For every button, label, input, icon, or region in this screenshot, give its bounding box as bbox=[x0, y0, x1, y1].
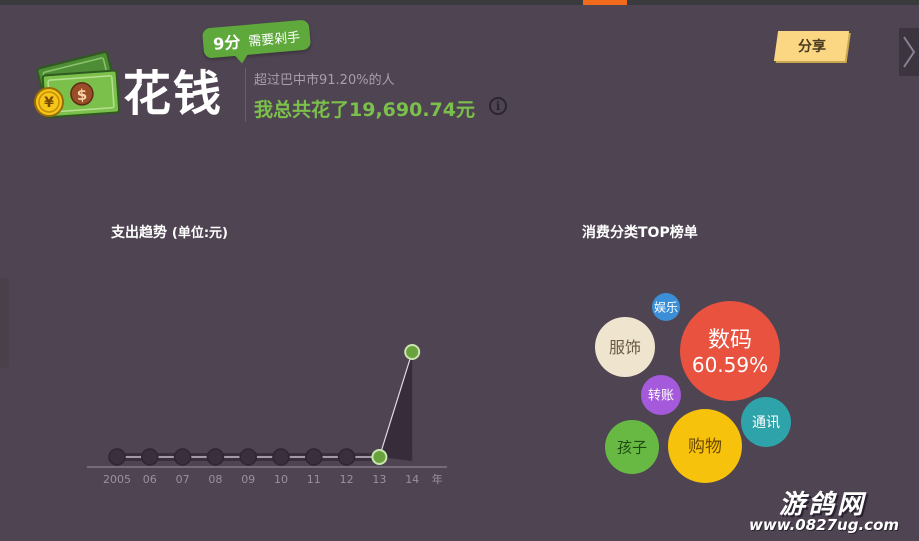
x-tick-label: 14 bbox=[405, 473, 419, 486]
page-title: 花钱 bbox=[123, 66, 224, 122]
next-page-button[interactable] bbox=[899, 28, 919, 76]
previous-page-handle[interactable] bbox=[0, 278, 9, 368]
watermark-url: www.0827ug.com bbox=[749, 516, 899, 534]
watermark: 游鸽网 www.0827ug.com bbox=[745, 482, 919, 541]
trend-point-06 bbox=[141, 448, 159, 466]
bubble-label: 通讯 bbox=[752, 415, 780, 431]
trend-point-12 bbox=[337, 448, 356, 466]
x-tick-label: 06 bbox=[143, 473, 157, 486]
trend-title-text: 支出趋势 bbox=[111, 225, 167, 241]
top-bar bbox=[0, 0, 919, 5]
bubble-label: 数码 bbox=[708, 328, 752, 353]
trend-title: 支出趋势 (单位:元) bbox=[111, 222, 228, 242]
x-tick-label: 13 bbox=[372, 473, 386, 486]
trend-point-09 bbox=[239, 448, 257, 466]
trend-point-08 bbox=[206, 448, 225, 466]
x-axis-unit: 年 bbox=[432, 472, 443, 486]
trend-point-2005 bbox=[108, 448, 126, 466]
trend-point-13 bbox=[371, 449, 388, 465]
share-button[interactable]: 分享 bbox=[773, 31, 850, 61]
top-bar-active-indicator bbox=[583, 0, 627, 5]
trend-series-line bbox=[117, 351, 413, 458]
category-title: 消费分类TOP榜单 bbox=[582, 225, 698, 241]
info-icon[interactable]: i bbox=[489, 97, 507, 115]
score-badge: 9分 需要剁手 bbox=[201, 19, 312, 59]
x-tick-label: 07 bbox=[176, 473, 190, 486]
trend-point-10 bbox=[272, 448, 290, 466]
x-tick-label: 08 bbox=[208, 473, 222, 486]
trend-point-11 bbox=[305, 448, 323, 466]
money-bills-icon: $ ¥ bbox=[30, 45, 124, 125]
svg-text:$: $ bbox=[76, 86, 88, 105]
bubble-label: 娱乐 bbox=[654, 300, 678, 314]
rank-subtitle: 超过巴中市91.20%的人 bbox=[254, 73, 395, 88]
bubble-label: 服饰 bbox=[609, 338, 641, 357]
trend-line-chart: 2005 06 07 08 09 10 11 12 13 14 年 bbox=[87, 344, 447, 486]
score-text: 需要剁手 bbox=[247, 29, 301, 50]
score-value: 9分 bbox=[212, 32, 242, 54]
bubble-value-label: 60.59% bbox=[692, 353, 768, 377]
svg-text:¥: ¥ bbox=[44, 95, 54, 111]
trend-unit: (单位:元) bbox=[171, 226, 228, 241]
title-divider bbox=[245, 68, 246, 122]
trend-point-07 bbox=[173, 448, 192, 466]
x-tick-label: 2005 bbox=[103, 473, 131, 486]
category-bubble-chart: 数码60.59% 购物 服饰孩子 通讯 转账 娱乐 bbox=[595, 293, 791, 483]
trend-point-14 bbox=[404, 344, 421, 360]
share-button-label: 分享 bbox=[797, 39, 826, 55]
x-tick-label: 09 bbox=[241, 473, 255, 486]
x-tick-label: 12 bbox=[340, 473, 354, 486]
bubble-label: 孩子 bbox=[617, 438, 647, 456]
chevron-right-icon bbox=[903, 36, 916, 68]
bubble-label: 转账 bbox=[648, 389, 674, 404]
bubble-label: 购物 bbox=[688, 437, 722, 457]
x-tick-label: 11 bbox=[307, 473, 321, 486]
x-tick-label: 10 bbox=[274, 473, 288, 486]
total-spent: 我总共花了19,690.74元 bbox=[254, 99, 475, 121]
